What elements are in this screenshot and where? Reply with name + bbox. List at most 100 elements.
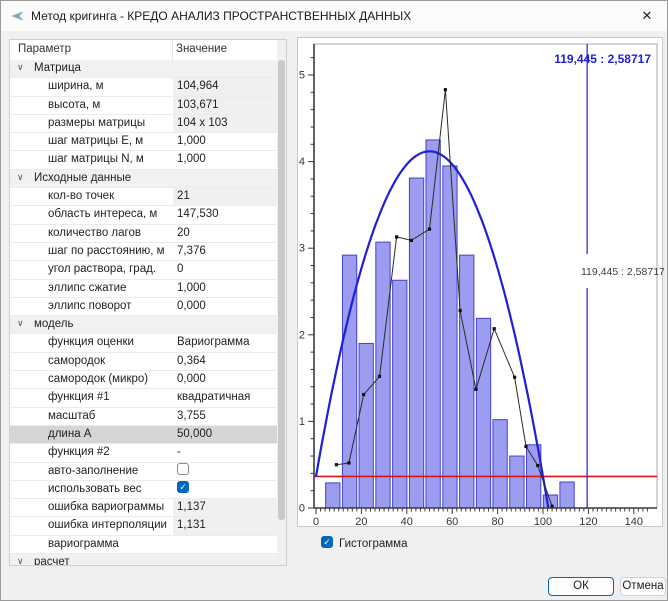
param-value[interactable]: [173, 536, 277, 553]
table-row[interactable]: ∨ Матрица: [10, 60, 277, 78]
table-header: Параметр Значение: [10, 40, 286, 61]
param-value[interactable]: квадратичная: [173, 389, 277, 406]
param-label: самородок (микро): [48, 371, 171, 388]
data-point: [428, 228, 431, 231]
table-row[interactable]: высота, м103,671: [10, 97, 277, 115]
histogram-bar: [326, 483, 340, 508]
param-label: ширина, м: [48, 78, 171, 95]
param-checkbox-cell[interactable]: ✓: [173, 481, 277, 498]
table-row[interactable]: шаг по расстоянию, м7,376: [10, 243, 277, 261]
checkbox[interactable]: [177, 463, 189, 475]
table-row[interactable]: количество лагов20: [10, 225, 277, 243]
param-value[interactable]: Вариограмма: [173, 334, 277, 351]
param-value[interactable]: 1,000: [173, 133, 277, 150]
param-label: вариограмма: [48, 536, 171, 553]
param-label: использовать вес: [48, 481, 171, 498]
chevron-down-icon[interactable]: ∨: [17, 318, 24, 329]
param-label: шаг по расстоянию, м: [48, 243, 171, 260]
variogram-chart-panel: 020406080100120140012345119,445 : 2,5871…: [297, 37, 663, 527]
table-row[interactable]: ∨модель: [10, 316, 277, 334]
table-scrollbar[interactable]: [277, 40, 286, 565]
param-value[interactable]: 147,530: [173, 206, 277, 223]
ok-button[interactable]: ОК: [548, 577, 614, 596]
table-row[interactable]: функция оценкиВариограмма: [10, 334, 277, 352]
data-point: [378, 375, 381, 378]
table-row[interactable]: эллипс поворот0,000: [10, 298, 277, 316]
param-value[interactable]: 7,376: [173, 243, 277, 260]
table-row[interactable]: размеры матрицы104 x 103: [10, 115, 277, 133]
variogram-chart[interactable]: 020406080100120140012345119,445 : 2,5871…: [298, 38, 664, 528]
table-row[interactable]: эллипс сжатие1,000: [10, 280, 277, 298]
param-value[interactable]: 0,000: [173, 298, 277, 315]
param-value[interactable]: 1,000: [173, 280, 277, 297]
table-row[interactable]: использовать вес ✓: [10, 481, 277, 499]
param-value[interactable]: 103,671: [173, 97, 277, 114]
histogram-bar: [393, 280, 407, 508]
checkbox[interactable]: ✓: [177, 481, 189, 493]
param-value[interactable]: 1,000: [173, 151, 277, 168]
histogram-bar: [359, 343, 373, 508]
param-value[interactable]: 0: [173, 261, 277, 278]
table-row[interactable]: самородок (микро)0,000: [10, 371, 277, 389]
y-tick-label: 5: [299, 70, 305, 82]
param-value[interactable]: 50,000: [173, 426, 277, 443]
data-point: [513, 376, 516, 379]
app-icon: [10, 8, 26, 24]
table-row[interactable]: длина A50,000: [10, 426, 277, 444]
table-row[interactable]: угол раствора, град.0: [10, 261, 277, 279]
x-tick-label: 100: [534, 516, 552, 528]
param-value[interactable]: 1,131: [173, 517, 277, 534]
window-title: Метод кригинга - КРЕДО АНАЛИЗ ПРОСТРАНСТ…: [31, 9, 411, 23]
table-row[interactable]: самородок0,364: [10, 353, 277, 371]
table-row[interactable]: шаг матрицы N, м1,000: [10, 151, 277, 169]
param-value[interactable]: 0,364: [173, 353, 277, 370]
scrollbar-thumb[interactable]: [278, 60, 285, 520]
x-tick-label: 40: [401, 516, 413, 528]
table-row[interactable]: функция #1квадратичная: [10, 389, 277, 407]
param-label: размеры матрицы: [48, 115, 171, 132]
cursor-readout-top: 119,445 : 2,58717: [554, 52, 651, 66]
param-checkbox-cell[interactable]: [173, 463, 277, 480]
table-row[interactable]: ошибка вариограммы1,137: [10, 499, 277, 517]
table-row[interactable]: кол-во точек21: [10, 188, 277, 206]
param-table-rows: ∨Матрицаширина, м104,964высота, м103,671…: [10, 60, 277, 566]
y-tick-label: 0: [299, 503, 305, 515]
table-row[interactable]: ошибка интерполяции1,131: [10, 517, 277, 535]
cancel-button[interactable]: Отмена: [620, 577, 666, 596]
data-point: [536, 464, 539, 467]
close-button[interactable]: ✕: [627, 1, 667, 31]
param-value[interactable]: -: [173, 444, 277, 461]
table-row[interactable]: ∨ Исходные данные: [10, 170, 277, 188]
chevron-down-icon[interactable]: ∨: [17, 556, 24, 566]
table-row[interactable]: вариограмма: [10, 536, 277, 554]
chevron-down-icon[interactable]: ∨: [17, 62, 24, 73]
table-row[interactable]: ∨расчет: [10, 554, 277, 566]
data-point: [444, 88, 447, 91]
param-value[interactable]: 21: [173, 188, 277, 205]
chevron-down-icon[interactable]: ∨: [17, 172, 24, 183]
param-value[interactable]: 104,964: [173, 78, 277, 95]
x-tick-label: 80: [491, 516, 503, 528]
param-value[interactable]: 20: [173, 225, 277, 242]
param-value[interactable]: 104 x 103: [173, 115, 277, 132]
table-row[interactable]: функция #2-: [10, 444, 277, 462]
table-row[interactable]: шаг матрицы E, м1,000: [10, 133, 277, 151]
param-value[interactable]: 3,755: [173, 408, 277, 425]
table-row[interactable]: ширина, м104,964: [10, 78, 277, 96]
param-label: ошибка вариограммы: [48, 499, 171, 516]
param-label: Матрица: [34, 60, 171, 77]
kriging-dialog: Метод кригинга - КРЕДО АНАЛИЗ ПРОСТРАНСТ…: [0, 0, 668, 601]
histogram-checkbox[interactable]: ✓: [321, 536, 333, 548]
cursor-readout-mid: 119,445 : 2,58717: [581, 266, 664, 278]
param-value[interactable]: 1,137: [173, 499, 277, 516]
histogram-bar: [443, 166, 457, 508]
parameter-table: Параметр Значение ∨ Матрицаширина, м104,9…: [9, 39, 287, 566]
param-label: Исходные данные: [34, 170, 171, 187]
param-label: самородок: [48, 353, 171, 370]
data-point: [524, 445, 527, 448]
data-point: [362, 393, 365, 396]
param-value[interactable]: 0,000: [173, 371, 277, 388]
table-row[interactable]: авто-заполнение: [10, 463, 277, 481]
table-row[interactable]: область интереса, м147,530: [10, 206, 277, 224]
table-row[interactable]: масштаб3,755: [10, 408, 277, 426]
